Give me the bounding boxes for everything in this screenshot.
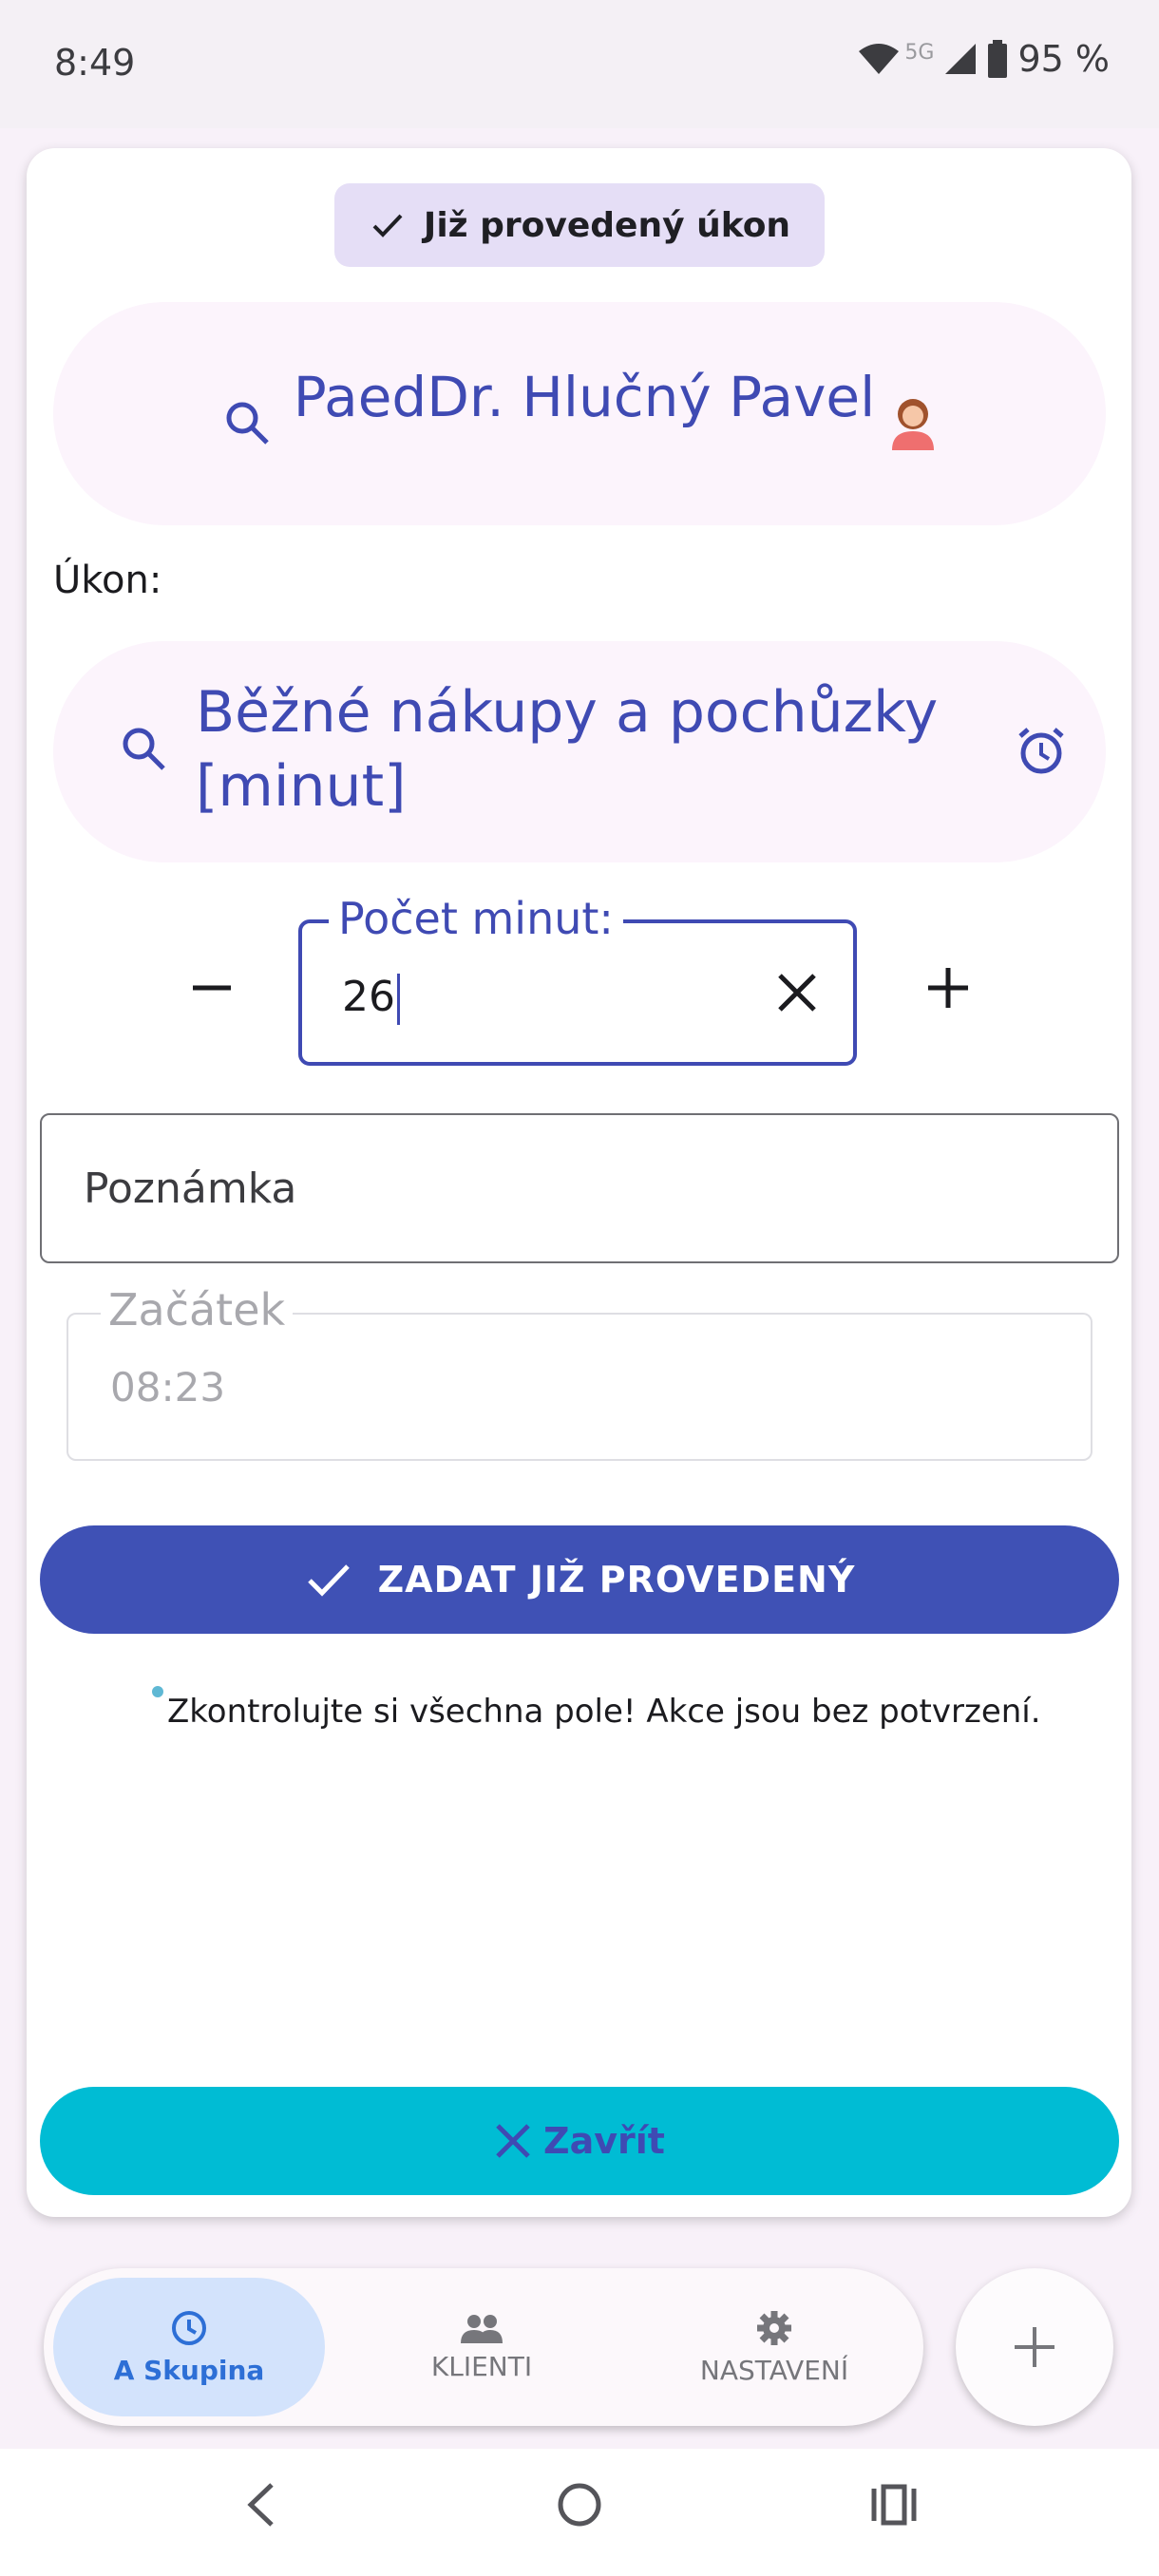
search-icon: [226, 402, 269, 445]
network-type: 5G: [904, 40, 935, 65]
signal-icon: [945, 44, 977, 74]
nav-item-nastaveni[interactable]: NASTAVENÍ: [638, 2278, 910, 2416]
start-time-value: 08:23: [110, 1364, 226, 1411]
task-label: Úkon:: [53, 559, 162, 602]
nav-item-a-skupina[interactable]: A Skupina: [53, 2278, 325, 2416]
increment-button[interactable]: [905, 945, 991, 1031]
text-caret: [397, 974, 400, 1025]
minus-icon: [193, 985, 231, 991]
gear-icon: [757, 2310, 791, 2345]
client-selector[interactable]: PaedDr. Hlučný Pavel: [53, 302, 1106, 525]
count-value-wrap: 26: [342, 973, 400, 1025]
submit-button[interactable]: ZADAT JIŽ PROVEDENÝ: [40, 1525, 1119, 1634]
start-time-field: Začátek 08:23: [66, 1284, 1092, 1461]
status-time: 8:49: [54, 42, 136, 84]
back-icon[interactable]: [241, 2481, 279, 2529]
client-name: PaedDr. Hlučný Pavel: [293, 364, 876, 429]
home-icon[interactable]: [557, 2481, 602, 2529]
task-selector[interactable]: Běžné nákupy a pochůzky [minut]: [53, 641, 1106, 862]
close-label: Zavřít: [543, 2120, 665, 2162]
count-label: Počet minut:: [329, 893, 623, 944]
note-placeholder: Poznámka: [84, 1165, 297, 1213]
mode-chip[interactable]: Již provedený úkon: [334, 183, 825, 267]
status-icons: 5G 95 %: [857, 38, 1110, 80]
plus-icon: [928, 968, 968, 1008]
count-input[interactable]: Počet minut: 26: [298, 893, 857, 1066]
nav-label: KLIENTI: [430, 2350, 533, 2382]
task-name: Běžné nákupy a pochůzky [minut]: [196, 679, 939, 820]
close-button[interactable]: Zavřít: [40, 2087, 1119, 2195]
nav-label: A Skupina: [113, 2354, 265, 2386]
nav-label: NASTAVENÍ: [699, 2354, 849, 2386]
clock-icon: [172, 2310, 206, 2345]
recents-icon[interactable]: [870, 2481, 918, 2529]
nav-item-klienti[interactable]: KLIENTI: [346, 2278, 618, 2416]
plus-icon: [1015, 2327, 1054, 2367]
mode-chip-label: Již provedený úkon: [423, 205, 791, 245]
bottom-nav: A Skupina KLIENTI NASTAVENÍ: [44, 2268, 923, 2426]
start-time-label: Začátek: [101, 1284, 294, 1335]
add-fab-button[interactable]: [956, 2268, 1113, 2426]
check-icon: [307, 1564, 350, 1597]
search-icon: [123, 728, 165, 770]
people-icon: [461, 2314, 503, 2343]
close-icon: [496, 2124, 530, 2158]
clear-icon[interactable]: [775, 971, 819, 1014]
check-icon: [372, 214, 403, 237]
warning-text: Zkontrolujte si všechna pole! Akce jsou …: [167, 1693, 1041, 1731]
battery-icon: [988, 40, 1008, 78]
system-nav-bar: [0, 2449, 1159, 2576]
count-value: 26: [342, 973, 395, 1021]
woman-avatar-icon: [892, 398, 935, 450]
alarm-clock-icon: [1018, 728, 1064, 774]
note-field[interactable]: Poznámka: [40, 1113, 1119, 1263]
decrement-button[interactable]: [169, 945, 255, 1031]
submit-label: ZADAT JIŽ PROVEDENÝ: [377, 1559, 856, 1601]
status-bar: 8:49 5G 95 %: [0, 0, 1159, 128]
battery-level: 95 %: [1017, 38, 1110, 80]
wifi-icon: [859, 44, 900, 74]
status-dot: [152, 1686, 163, 1697]
